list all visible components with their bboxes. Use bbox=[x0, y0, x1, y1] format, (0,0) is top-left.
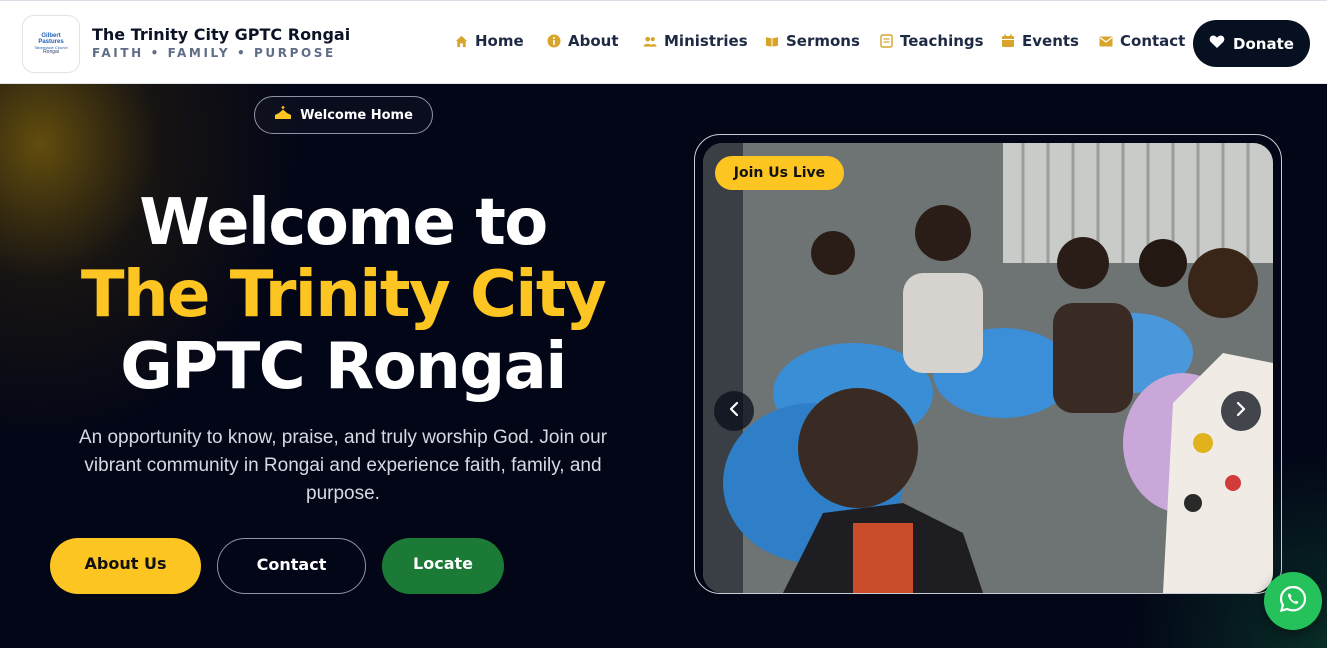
nav-label: Contact bbox=[1120, 32, 1186, 50]
people-icon bbox=[643, 34, 657, 48]
hero-description: An opportunity to know, praise, and trul… bbox=[78, 427, 608, 504]
chevron-right-icon bbox=[1234, 401, 1248, 421]
site-header: Gilbert Pastures Tabernacle Church Ronga… bbox=[0, 0, 1327, 84]
nav-label: Ministries bbox=[664, 32, 748, 50]
hero-heading-line-3: GPTC Rongai bbox=[120, 330, 567, 404]
contact-button[interactable]: Contact bbox=[217, 538, 366, 594]
home-icon bbox=[454, 34, 468, 48]
nav-item-ministries[interactable]: Ministries bbox=[643, 32, 748, 50]
hero-heading-line-2: The Trinity City bbox=[80, 258, 607, 332]
nav-label: Home bbox=[475, 32, 524, 50]
welcome-badge: Welcome Home bbox=[254, 96, 433, 134]
nav-label: Teachings bbox=[900, 32, 984, 50]
nav-label: About bbox=[568, 32, 619, 50]
church-icon bbox=[274, 106, 292, 124]
nav-label: Sermons bbox=[786, 32, 860, 50]
nav-item-about[interactable]: About bbox=[547, 32, 619, 50]
congregation-photo bbox=[703, 143, 1273, 593]
whatsapp-button[interactable] bbox=[1264, 572, 1322, 630]
chevron-left-icon bbox=[727, 401, 741, 421]
slider-next-button[interactable] bbox=[1221, 391, 1261, 431]
nav-label: Events bbox=[1022, 32, 1079, 50]
book-icon bbox=[765, 34, 779, 48]
site-tagline: FAITH • FAMILY • PURPOSE bbox=[92, 46, 336, 60]
hero-heading-line-1: Welcome to bbox=[139, 186, 548, 260]
info-icon bbox=[547, 34, 561, 48]
notes-icon bbox=[879, 34, 893, 48]
nav-item-sermons[interactable]: Sermons bbox=[765, 32, 860, 50]
heart-icon bbox=[1209, 34, 1225, 53]
nav-item-home[interactable]: Home bbox=[454, 32, 524, 50]
donate-label: Donate bbox=[1233, 34, 1294, 53]
nav-item-teachings[interactable]: Teachings bbox=[879, 32, 984, 50]
site-logo[interactable]: Gilbert Pastures Tabernacle Church Ronga… bbox=[22, 15, 80, 73]
whatsapp-icon bbox=[1278, 584, 1308, 618]
about-us-button[interactable]: About Us bbox=[50, 538, 201, 594]
nav-item-events[interactable]: Events bbox=[1001, 32, 1079, 50]
nav-item-contact[interactable]: Contact bbox=[1099, 32, 1185, 50]
slider-prev-button[interactable] bbox=[714, 391, 754, 431]
locate-button[interactable]: Locate bbox=[382, 538, 504, 594]
welcome-badge-label: Welcome Home bbox=[300, 107, 413, 123]
site-name[interactable]: The Trinity City GPTC Rongai bbox=[92, 25, 350, 44]
slide-image bbox=[703, 143, 1273, 593]
calendar-icon bbox=[1001, 34, 1015, 48]
donate-button[interactable]: Donate bbox=[1193, 20, 1310, 67]
mail-icon bbox=[1099, 34, 1113, 48]
join-us-live-badge[interactable]: Join Us Live bbox=[715, 156, 844, 190]
